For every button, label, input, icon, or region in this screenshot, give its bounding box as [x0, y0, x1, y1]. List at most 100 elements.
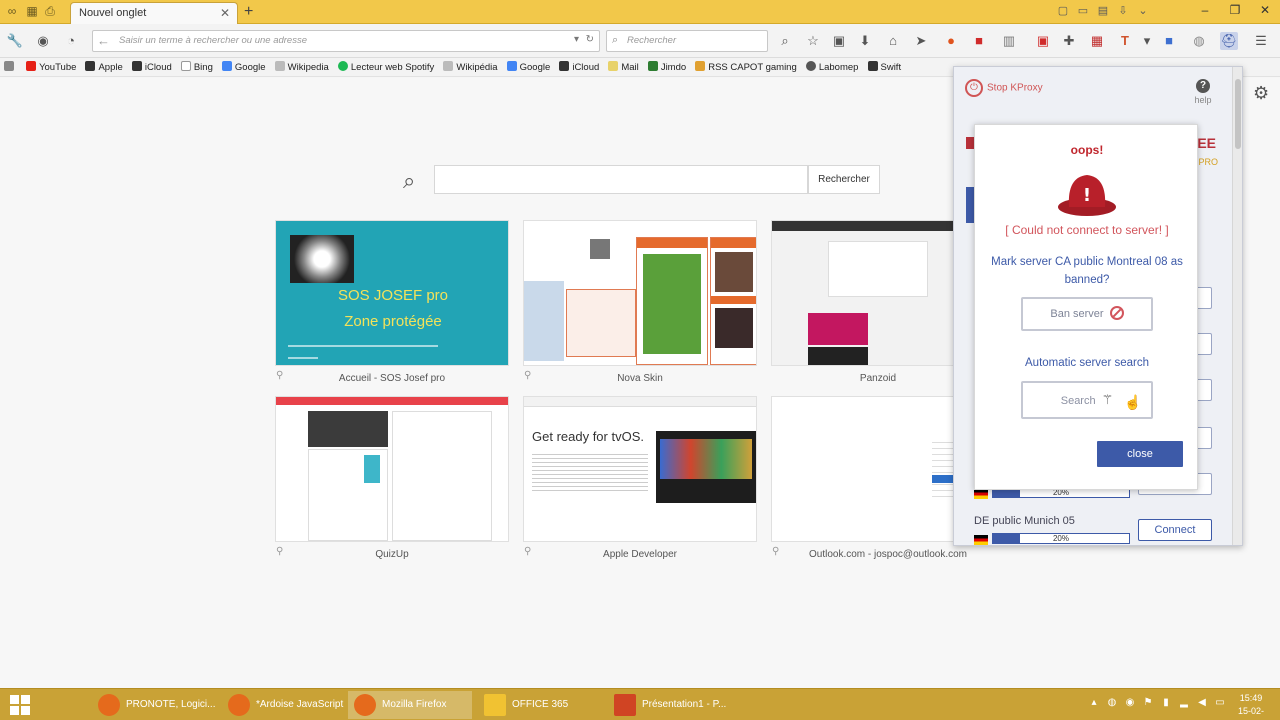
firefox-icon — [228, 694, 250, 716]
addon-circle-icon[interactable]: ◍ — [1190, 32, 1208, 50]
labomep-icon — [805, 61, 816, 71]
close-tab-icon[interactable]: ✕ — [220, 6, 230, 20]
stop-kproxy-button[interactable]: ⏻ Stop KProxy — [965, 79, 1043, 97]
google-icon — [221, 61, 232, 71]
download-icon[interactable]: ⇩ — [1116, 4, 1130, 18]
addon-gray-icon[interactable]: ▥ — [1000, 32, 1018, 50]
search-bar[interactable]: ⌕ Rechercher — [606, 30, 768, 52]
taskbar-item-firefox[interactable]: Mozilla Firefox — [348, 691, 472, 719]
bookmarks-gear-icon[interactable] — [4, 58, 17, 76]
addon-badge-icon[interactable]: ▣ — [1034, 32, 1052, 50]
ban-server-button[interactable]: Ban server — [1021, 297, 1153, 331]
tile-panel-header — [711, 238, 756, 248]
tray-flag-icon[interactable]: ⚑ — [1142, 697, 1154, 711]
minimize-icon[interactable]: – — [1190, 0, 1220, 20]
tile-panel-header — [711, 296, 756, 304]
tile-panel — [710, 237, 756, 365]
bookmark-item[interactable]: Google — [221, 58, 266, 76]
bookmark-item[interactable]: Bing — [180, 58, 213, 76]
tab-strip-tools: ▢ ▭ ▤ ⇩ ⌄ — [1056, 4, 1150, 18]
close-button[interactable]: close — [1097, 441, 1183, 467]
windows-start-icon[interactable] — [8, 694, 34, 716]
bookmark-item[interactable]: Jimdo — [647, 58, 686, 76]
tile-nova-skin[interactable] — [523, 220, 757, 366]
bookmark-item[interactable]: Wikipédia — [443, 58, 498, 76]
taskbar-item-powerpoint[interactable]: Présentation1 - P... — [608, 691, 732, 719]
clock[interactable]: 15:49 15-02-2016 — [1228, 692, 1274, 720]
tray-arrow-icon[interactable]: ▴ — [1088, 697, 1100, 711]
restore-icon[interactable]: ❐ — [1220, 0, 1250, 20]
connect-button[interactable]: Connect — [1138, 519, 1212, 541]
print-icon[interactable]: ⎙ — [42, 4, 58, 18]
send-icon[interactable]: ➤ — [912, 32, 930, 50]
menu-icon[interactable]: ☰ — [1252, 32, 1270, 50]
text-t-icon[interactable]: T — [1116, 32, 1134, 50]
glasses-icon[interactable]: ∞ — [4, 4, 20, 18]
bookmark-item[interactable]: RSS CAPOT gaming — [695, 58, 797, 76]
bookmark-item[interactable]: Swift — [867, 58, 901, 76]
newtab-search-input[interactable] — [434, 165, 808, 194]
taskbar-item-ardoise[interactable]: *Ardoise JavaScript — [222, 691, 346, 719]
page-icon[interactable]: ▢ — [1056, 4, 1070, 18]
search-go-icon[interactable]: ⌕ — [776, 32, 794, 50]
puzzle-icon[interactable]: ✚ — [1060, 32, 1078, 50]
folder-icon[interactable]: ▤ — [1096, 4, 1110, 18]
panel-scrollbar[interactable] — [1232, 67, 1242, 545]
addon-blue-icon[interactable]: ■ — [1160, 32, 1178, 50]
t-dropdown-icon[interactable]: ▾ — [1138, 32, 1156, 50]
reload-icon[interactable]: ↻ — [586, 34, 594, 45]
download-arrow-icon[interactable]: ⬇ — [856, 32, 874, 50]
bookmark-item[interactable]: Lecteur web Spotify — [337, 58, 434, 76]
tile-apple-developer[interactable]: Get ready for tvOS. — [523, 396, 757, 542]
germany-flag-icon — [974, 535, 988, 545]
back-arrow-icon[interactable]: ← — [97, 33, 113, 49]
bookmark-item[interactable]: Mail — [608, 58, 639, 76]
taskbar-item-pronote[interactable]: PRONOTE, Logici... — [92, 691, 220, 719]
home-icon[interactable]: ⌂ — [884, 32, 902, 50]
addon-orange-icon[interactable]: ● — [942, 32, 960, 50]
bookmark-item[interactable]: iCloud — [131, 58, 172, 76]
clipboard-icon[interactable]: ▣ — [830, 32, 848, 50]
star-icon[interactable]: ☆ — [804, 32, 822, 50]
bookmark-item[interactable]: Labomep — [805, 58, 858, 76]
brand-badge — [966, 137, 974, 149]
bookmark-item[interactable]: Apple — [85, 58, 123, 76]
bookmark-item[interactable]: Google — [506, 58, 550, 76]
tile-sos-josef[interactable]: SOS JOSEF pro Zone protégée — [275, 220, 509, 366]
dropdown-arrow-icon[interactable]: ▾ — [574, 34, 579, 45]
tile-quizup[interactable] — [275, 396, 509, 542]
url-bar[interactable]: ← Saisir un terme à rechercher ou une ad… — [92, 30, 600, 52]
addon-red-icon[interactable]: ■ — [970, 32, 988, 50]
tray-antivirus-icon[interactable]: ◉ — [1124, 697, 1136, 711]
history-icon[interactable]: ◉ — [34, 32, 52, 50]
close-window-icon[interactable]: ✕ — [1250, 0, 1280, 20]
tray-battery-icon[interactable]: ▮ — [1160, 697, 1172, 711]
bookmark-label: Apple — [98, 62, 123, 73]
grid-icon[interactable]: ▦ — [24, 4, 40, 18]
apple-icon — [559, 61, 570, 71]
bookmark-label: RSS CAPOT gaming — [708, 62, 797, 73]
wrench-icon[interactable]: 🔧 — [6, 32, 24, 50]
search-icon: ⌕ — [612, 34, 619, 46]
addon-grid-icon[interactable]: ▦ — [1088, 32, 1106, 50]
gear-icon[interactable]: ⚙ — [1253, 83, 1269, 104]
window-icon[interactable]: ▭ — [1076, 4, 1090, 18]
bookmark-item[interactable]: iCloud — [559, 58, 599, 76]
new-tab-button[interactable]: + — [244, 3, 253, 21]
tray-volume-icon[interactable]: ◀ — [1196, 697, 1208, 711]
newtab-search-button[interactable]: Rechercher — [808, 165, 880, 194]
tab-new-tab[interactable]: Nouvel onglet ✕ — [70, 2, 238, 24]
tray-network-icon[interactable]: ◍ — [1106, 697, 1118, 711]
rss-icon[interactable]: ◔ — [62, 32, 80, 50]
tray-signal-icon[interactable]: ▂ — [1178, 697, 1190, 711]
kproxy-icon[interactable]: ⛑ — [1220, 32, 1238, 50]
scrollbar-thumb[interactable] — [1235, 79, 1241, 149]
tile-header-bar — [276, 397, 508, 405]
taskbar-item-office365[interactable]: OFFICE 365 — [478, 691, 602, 719]
tray-keyboard-icon[interactable]: ▭ — [1214, 697, 1226, 711]
chevron-icon[interactable]: ⌄ — [1136, 4, 1150, 18]
help-button[interactable]: ? help — [1190, 79, 1216, 105]
bookmark-item[interactable]: Wikipedia — [274, 58, 329, 76]
bookmark-item[interactable]: YouTube — [26, 58, 76, 76]
tile-panel-image — [643, 254, 701, 354]
